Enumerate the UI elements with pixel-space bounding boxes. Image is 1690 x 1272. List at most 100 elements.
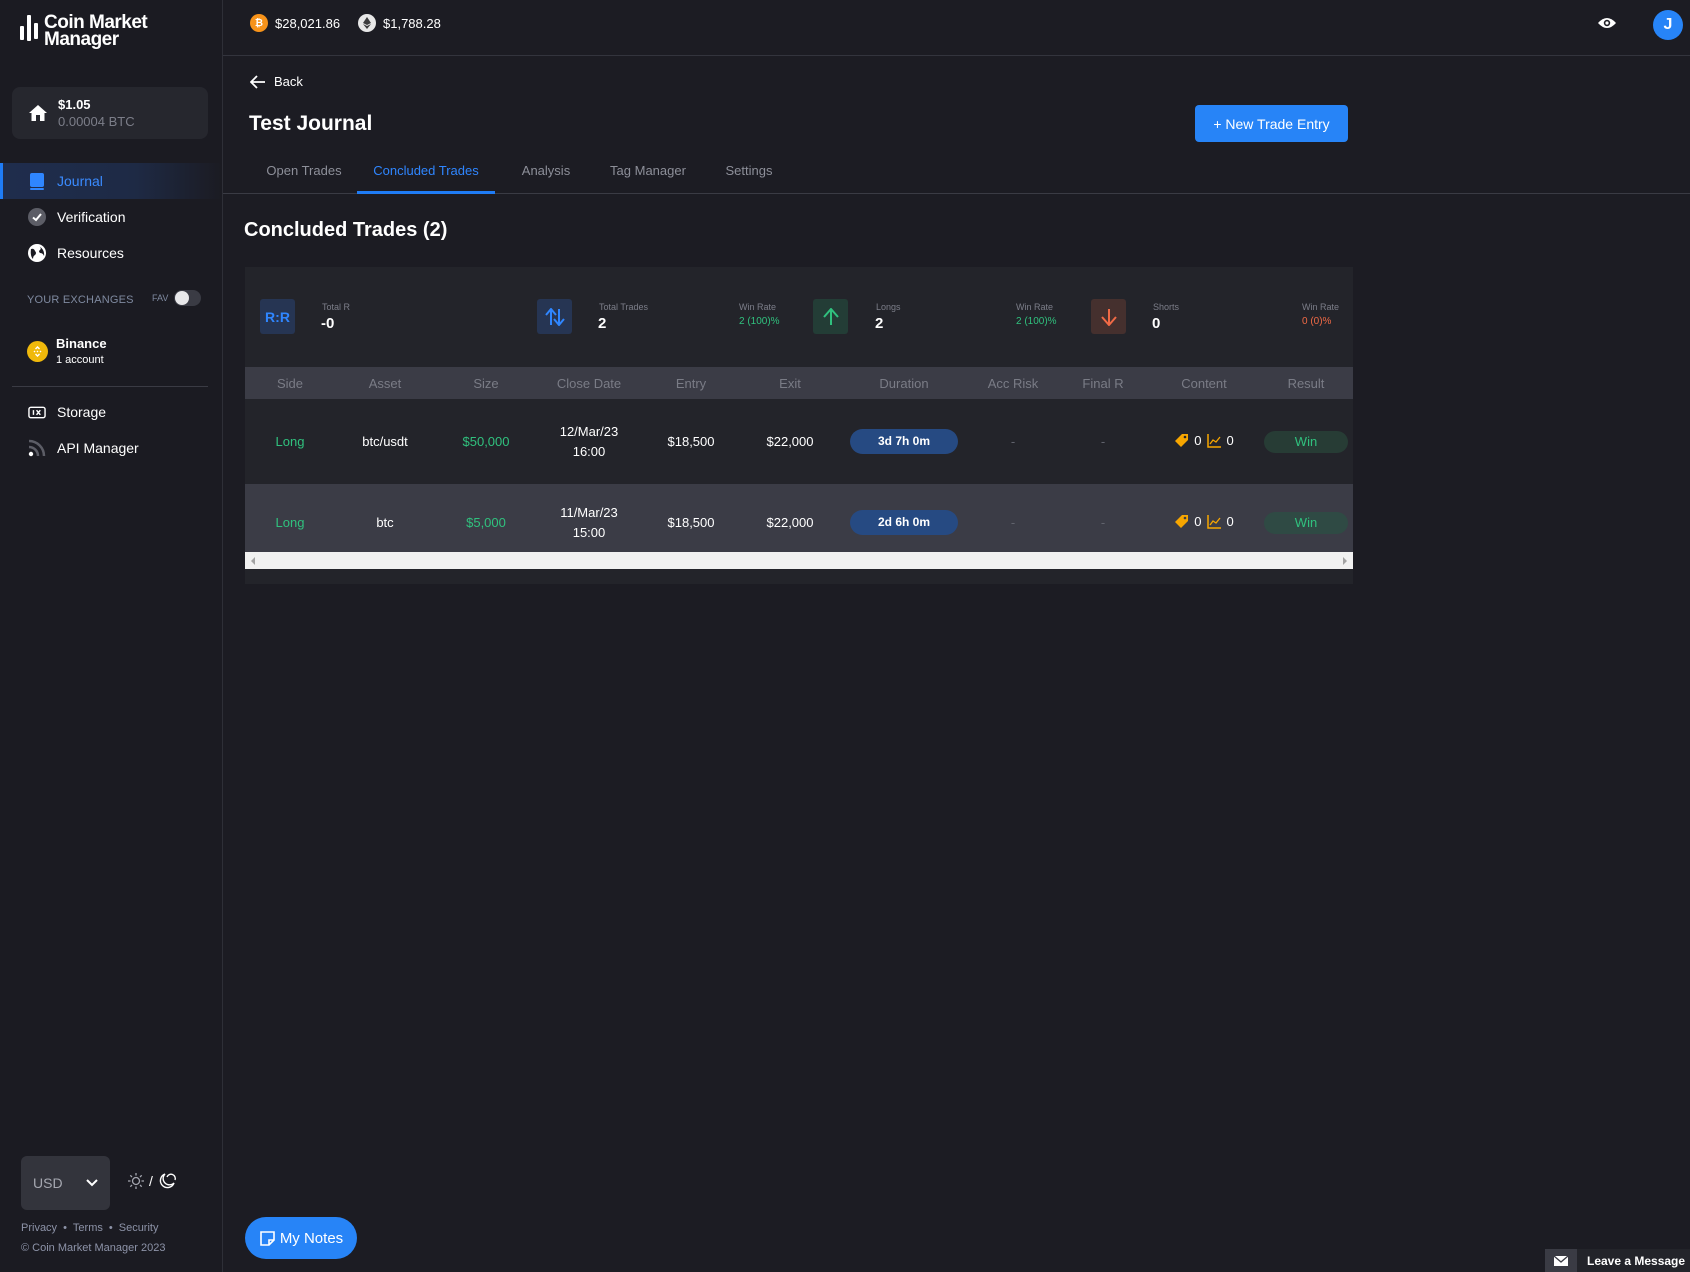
sun-icon[interactable] — [127, 1172, 145, 1190]
close-date-cell: 11/Mar/23 15:00 — [537, 484, 641, 561]
longs-value: 2 — [875, 315, 884, 332]
table-row[interactable]: Long btc/usdt $50,000 12/Mar/23 16:00 $18… — [245, 399, 1353, 484]
eye-icon[interactable] — [1598, 16, 1616, 30]
leave-message-widget[interactable]: Leave a Message — [1545, 1249, 1690, 1272]
duration-cell: 2d 6h 0m — [839, 484, 969, 561]
sidebar-item-storage[interactable]: Storage — [0, 394, 222, 430]
duration-badge: 2d 6h 0m — [850, 510, 958, 535]
tab-tag-manager[interactable]: Tag Manager — [589, 150, 707, 194]
sidebar-item-label: Verification — [57, 209, 126, 225]
my-notes-label: My Notes — [279, 1229, 344, 1247]
balance-card[interactable]: $1.05 0.00004 BTC — [12, 87, 208, 139]
horizontal-scrollbar[interactable] — [245, 552, 1353, 569]
note-icon — [260, 1230, 275, 1246]
chevron-down-icon — [86, 1179, 98, 1187]
total-r-value: -0 — [321, 315, 335, 332]
sidebar-item-api-manager[interactable]: API Manager — [0, 430, 222, 466]
shorts-win-rate: 0 (0)% — [1302, 316, 1332, 327]
tab-open-trades[interactable]: Open Trades — [251, 150, 357, 194]
currency-select[interactable]: USD — [21, 1156, 110, 1210]
column-header-entry[interactable]: Entry — [641, 367, 741, 399]
duration-cell: 3d 7h 0m — [839, 399, 969, 484]
security-link[interactable]: Security — [119, 1222, 159, 1234]
sidebar: Coin Market Manager $1.05 0.00004 BTC Jo… — [0, 0, 223, 1272]
shorts-value: 0 — [1152, 315, 1161, 332]
my-notes-button[interactable]: My Notes — [245, 1217, 357, 1259]
app-logo[interactable]: Coin Market Manager — [20, 13, 148, 49]
sidebar-item-resources[interactable]: Resources — [0, 235, 222, 271]
final-r-cell: - — [1100, 515, 1106, 530]
total-trades-label: Total Trades — [599, 302, 649, 312]
fav-toggle-group: FAV — [152, 290, 202, 306]
column-header-duration[interactable]: Duration — [839, 367, 969, 399]
currency-value: USD — [33, 1175, 63, 1191]
privacy-link[interactable]: Privacy — [21, 1222, 57, 1234]
result-badge: Win — [1264, 430, 1348, 453]
toggle-knob — [175, 291, 190, 305]
avatar[interactable]: J — [1653, 10, 1683, 40]
moon-icon[interactable] — [157, 1172, 177, 1190]
asset-cell: btc — [376, 515, 394, 530]
column-header-content[interactable]: Content — [1149, 367, 1259, 399]
scroll-right-icon[interactable] — [1343, 557, 1347, 565]
ticker-eth: $1,788.28 — [358, 14, 441, 32]
tag-count: 0 — [1194, 513, 1202, 529]
book-icon — [28, 172, 46, 190]
arrow-down-icon — [1091, 299, 1126, 334]
envelope-icon — [1545, 1249, 1577, 1272]
tab-analysis[interactable]: Analysis — [503, 150, 589, 194]
chart-count: 0 — [1226, 513, 1234, 529]
fav-label: FAV — [152, 293, 169, 303]
exchanges-label: YOUR EXCHANGES — [27, 294, 134, 306]
column-header-final-r[interactable]: Final R — [1057, 367, 1149, 399]
result-cell: Win — [1259, 484, 1353, 561]
theme-separator: / — [149, 1173, 153, 1189]
swap-arrows-icon — [537, 299, 572, 334]
sidebar-item-label: Storage — [57, 404, 107, 420]
acc-risk-cell: - — [1010, 434, 1016, 449]
exchange-binance[interactable]: Binance 1 account — [27, 336, 107, 366]
table-row[interactable]: Long btc $5,000 11/Mar/23 15:00 $18,500 $… — [245, 484, 1353, 561]
close-time: 16:00 — [572, 444, 606, 459]
scroll-left-icon[interactable] — [251, 557, 255, 565]
tag-icon[interactable] — [1174, 514, 1189, 529]
terms-link[interactable]: Terms — [73, 1222, 103, 1234]
column-header-side[interactable]: Side — [245, 367, 335, 399]
tag-icon[interactable] — [1174, 433, 1189, 448]
exchange-name: Binance — [56, 336, 107, 351]
content-cell: 0 0 — [1149, 484, 1259, 561]
exit-cell: $22,000 — [766, 434, 814, 449]
stats-bar: R:R Total R -0 Total Trades 2 Win Rate 2… — [245, 267, 1353, 367]
final-r-cell: - — [1100, 434, 1106, 449]
column-header-asset[interactable]: Asset — [335, 367, 435, 399]
column-header-size[interactable]: Size — [435, 367, 537, 399]
storage-icon — [28, 403, 46, 421]
column-header-close-date[interactable]: Close Date — [537, 367, 641, 399]
size-cell: $5,000 — [466, 515, 506, 530]
rss-icon — [28, 439, 46, 457]
tab-concluded-trades[interactable]: Concluded Trades — [357, 150, 495, 194]
sidebar-item-journal[interactable]: Journal — [0, 163, 222, 199]
close-date: 12/Mar/23 — [559, 424, 619, 439]
arrow-left-icon — [250, 74, 265, 89]
longs-win-rate: 2 (100)% — [1016, 316, 1057, 327]
tag-count: 0 — [1194, 432, 1202, 448]
balance-btc: 0.00004 BTC — [58, 114, 135, 129]
sidebar-item-verification[interactable]: Verification — [0, 199, 222, 235]
new-trade-entry-button[interactable]: + New Trade Entry — [1195, 105, 1348, 142]
back-button[interactable]: Back — [250, 74, 303, 89]
tab-settings[interactable]: Settings — [707, 150, 791, 194]
chart-icon[interactable] — [1206, 514, 1222, 529]
column-header-result[interactable]: Result — [1259, 367, 1353, 399]
close-time: 15:00 — [572, 525, 606, 540]
chart-icon[interactable] — [1206, 433, 1222, 448]
close-date: 11/Mar/23 — [560, 505, 618, 520]
sidebar-item-label: Journal — [57, 173, 103, 189]
column-header-acc-risk[interactable]: Acc Risk — [969, 367, 1057, 399]
result-badge: Win — [1264, 511, 1348, 534]
column-header-exit[interactable]: Exit — [741, 367, 839, 399]
back-label: Back — [274, 74, 303, 89]
fav-toggle[interactable] — [174, 290, 202, 306]
section-title: Concluded Trades (2) — [244, 219, 448, 241]
entry-cell: $18,500 — [667, 515, 715, 530]
